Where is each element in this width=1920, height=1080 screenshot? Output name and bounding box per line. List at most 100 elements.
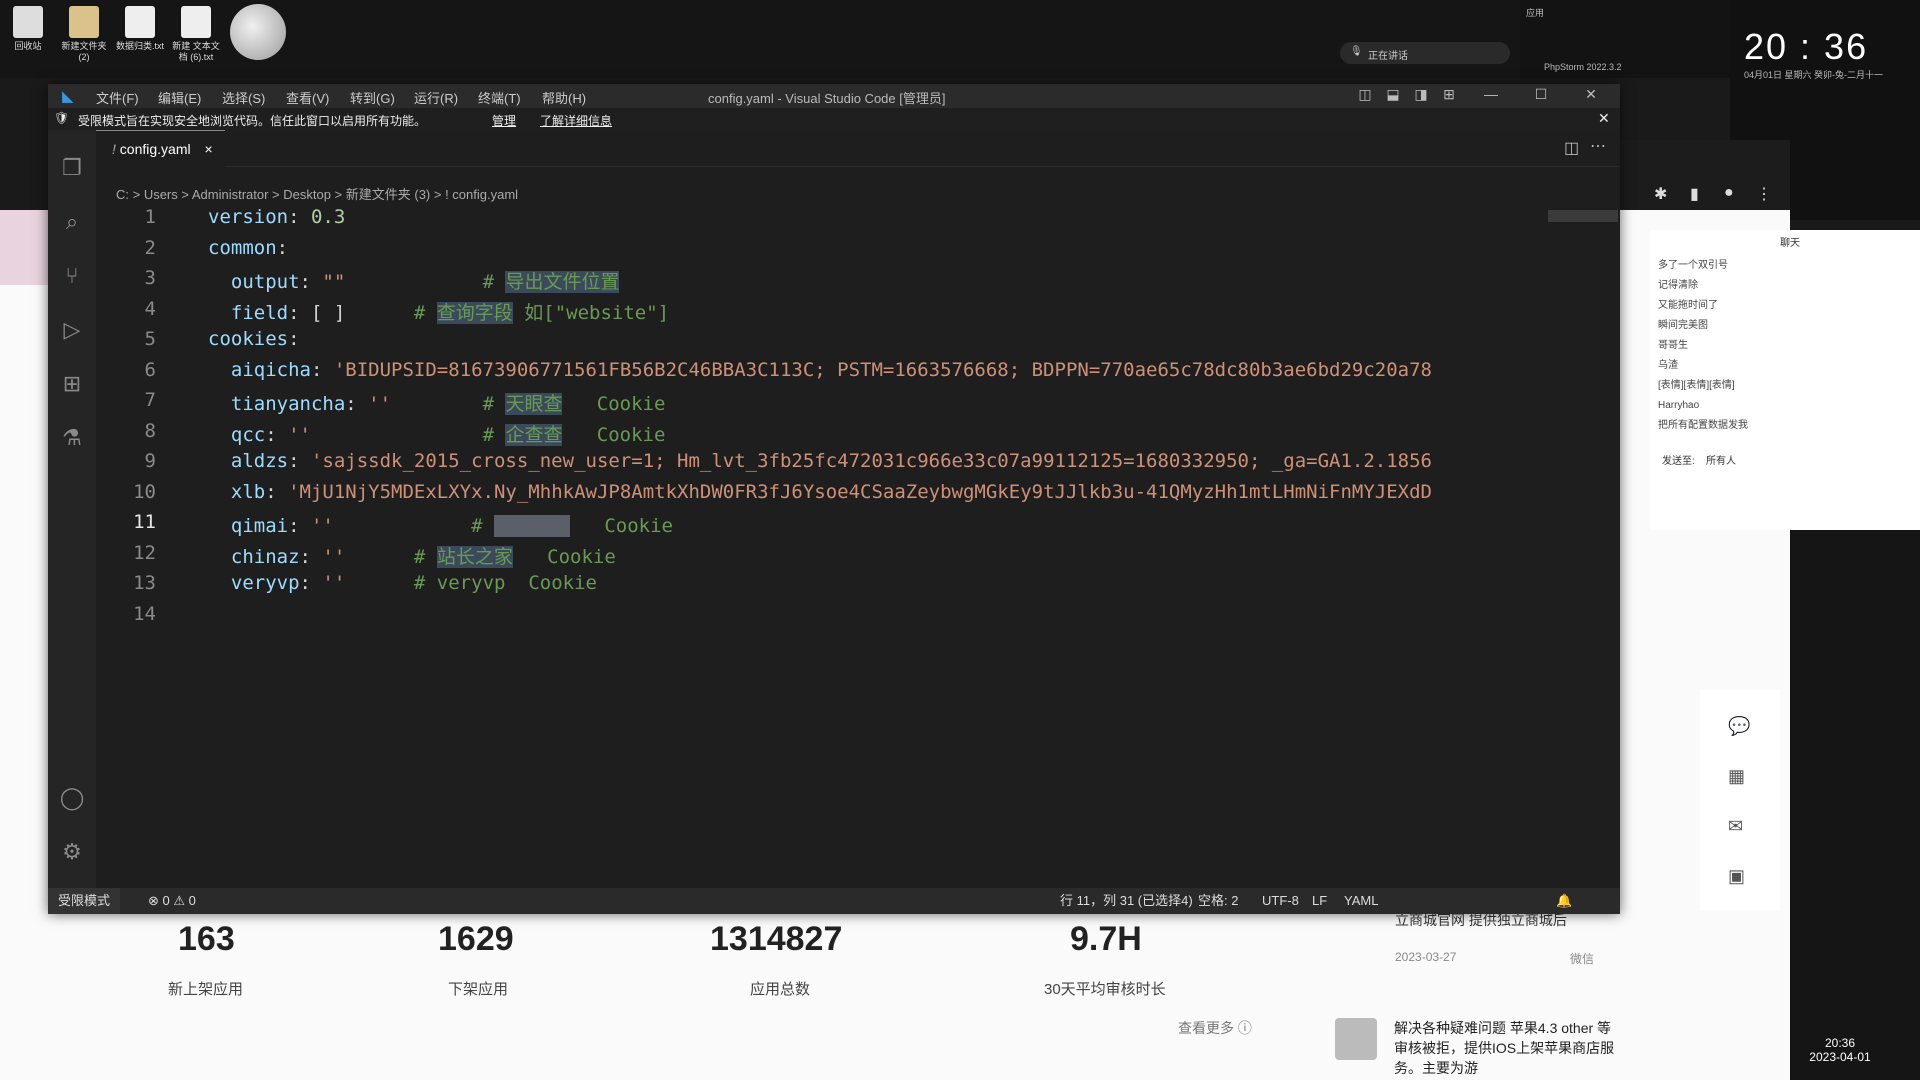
account-icon[interactable]: ◯ (58, 784, 86, 812)
code-line[interactable]: common: (208, 237, 288, 259)
code-line[interactable]: veryvp: '' # veryvp Cookie (208, 572, 597, 594)
menu-terminal[interactable]: 终端(T) (478, 88, 521, 107)
menu-run[interactable]: 运行(R) (414, 88, 458, 107)
bell-icon[interactable]: 🔔 (1556, 888, 1572, 914)
code-line[interactable]: tianyancha: '' # 天眼查 Cookie (208, 389, 665, 416)
status-indentation[interactable]: 空格: 2 (1198, 888, 1238, 914)
desktop-icon-label: 数据归类.txt (115, 41, 164, 51)
app-item[interactable]: PhpStorm 2022.3.2 (1544, 62, 1622, 72)
code-token: : (276, 236, 289, 259)
search-icon[interactable]: ⌕ (58, 208, 86, 236)
menu-file[interactable]: 文件(F) (96, 88, 139, 107)
title-bar: ◣ 文件(F) 编辑(E) 选择(S) 查看(V) 转到(G) 运行(R) 终端… (48, 84, 1620, 108)
learn-more-link[interactable]: 了解详细信息 (540, 112, 612, 129)
taskbar-clock[interactable]: 20:36 2023-04-01 (1800, 1036, 1880, 1064)
explorer-icon[interactable]: ❐ (58, 154, 86, 182)
minimap[interactable] (1548, 202, 1618, 888)
window-title: config.yaml - Visual Studio Code [管理员] (708, 91, 946, 106)
code-token: 导出文件位置 (505, 271, 620, 293)
code-token: Cookie (570, 515, 673, 537)
tab-config-yaml[interactable]: ! config.yaml × (96, 130, 225, 167)
chat-message: 记得清除 (1658, 280, 1698, 291)
toggle-sidebar-icon[interactable]: ◫ (1352, 86, 1378, 106)
more-icon[interactable]: ⋮ (1756, 184, 1772, 204)
close-window-icon[interactable]: ✕ (1578, 86, 1604, 106)
code-token: : [ ] (288, 301, 346, 324)
minimize-icon[interactable]: — (1478, 86, 1504, 106)
chat-bubble-icon[interactable]: 💬 (1728, 716, 1750, 737)
menu-help[interactable]: 帮助(H) (542, 88, 586, 107)
extensions-icon[interactable]: ⊞ (58, 370, 86, 398)
status-problems[interactable]: ⊗ 0 ⚠ 0 (148, 888, 196, 914)
code-line[interactable]: field: [ ] # 查询字段 如["website"] (208, 298, 669, 325)
code-token: # (391, 393, 506, 415)
news-top-tag: 微信 (1570, 952, 1595, 966)
folder-icon[interactable]: 新建文件夹 (2) (56, 6, 112, 63)
code-token: '' (368, 393, 392, 415)
menu-selection[interactable]: 选择(S) (222, 88, 265, 107)
code-token: tianyancha (208, 393, 346, 415)
status-restricted-mode[interactable]: 受限模式 (48, 888, 121, 914)
code-line[interactable]: qimai: '' # 七麦数据 Cookie (208, 511, 673, 538)
manage-link[interactable]: 管理 (492, 112, 516, 129)
maximize-icon[interactable]: ☐ (1528, 86, 1554, 106)
code-token: : (310, 358, 334, 381)
layout-icon[interactable]: ⊞ (1436, 86, 1462, 106)
qr-code-icon[interactable]: ▦ (1728, 766, 1745, 787)
stat-label: 新上架应用 (168, 981, 244, 998)
menu-edit[interactable]: 编辑(E) (158, 88, 201, 107)
desktop-icon-label: 新建文件夹 (2) (61, 41, 107, 62)
info-icon: ⓘ (1237, 1020, 1252, 1036)
code-token: qimai (208, 515, 289, 537)
mail-icon[interactable]: ✉ (1728, 816, 1743, 837)
stat-number: 1314827 (710, 920, 843, 958)
minimap-slider[interactable] (1548, 210, 1618, 222)
code-line[interactable]: output: "" # 导出文件位置 (208, 267, 620, 294)
status-eol[interactable]: LF (1312, 888, 1327, 914)
split-editor-icon[interactable]: ◫ (1564, 138, 1579, 158)
breadcrumb[interactable]: C: > Users > Administrator > Desktop > 新… (116, 184, 518, 203)
code-line[interactable]: qcc: '' # 企查查 Cookie (208, 420, 665, 447)
code-line[interactable]: xlb: 'MjU1NjY5MDExLXYx.Ny_MhhkAwJP8AmtkX… (208, 481, 1432, 503)
code-editor[interactable]: 1 version: 0.3 2 common: 3 output: "" # 导出文件… (96, 202, 1596, 888)
extensions-icon[interactable]: ✱ (1654, 184, 1667, 204)
sidebar-icon[interactable]: ▮ (1690, 184, 1699, 204)
news-item[interactable]: 解决各种疑难问题 苹果4.3 other 等审核被拒，提供IOS上架苹果商店服务… (1394, 1018, 1624, 1078)
meeting-status-text: 正在讲话 (1368, 51, 1408, 62)
close-tab-icon[interactable]: × (204, 141, 212, 157)
code-line[interactable]: chinaz: '' # 站长之家 Cookie (208, 542, 616, 569)
code-token: # (333, 515, 495, 537)
see-more-link[interactable]: 查看更多 ⓘ (1178, 1018, 1252, 1038)
see-more-label: 查看更多 (1178, 1020, 1234, 1036)
code-line[interactable]: cookies: (208, 328, 300, 350)
profile-icon[interactable]: ● (1724, 184, 1734, 202)
toggle-panel-icon[interactable]: ⬓ (1380, 86, 1406, 106)
editor-tabs: ! config.yaml × ◫ ⋯ (96, 130, 1620, 167)
settings-gear-icon[interactable]: ⚙ (58, 838, 86, 866)
code-token: 天眼查 (505, 393, 563, 415)
source-control-icon[interactable]: ⑂ (58, 262, 86, 290)
toggle-secondary-icon[interactable]: ◨ (1408, 86, 1434, 106)
status-cursor-position[interactable]: 行 11，列 31 (已选择4) (1060, 888, 1193, 914)
send-to-select[interactable]: 所有人 (1706, 452, 1736, 467)
news-thumbnail (1335, 1018, 1377, 1060)
menu-view[interactable]: 查看(V) (286, 88, 329, 107)
code-line[interactable]: aldzs: 'sajssdk_2015_cross_new_user=1; H… (208, 450, 1432, 472)
status-bar: 受限模式 ⊗ 0 ⚠ 0 行 11，列 31 (已选择4) 空格: 2 UTF-… (48, 888, 1620, 914)
text-file-icon[interactable]: 数据归类.txt (112, 6, 168, 52)
run-debug-icon[interactable]: ▷ (58, 316, 86, 344)
code-token: # (310, 423, 506, 446)
status-encoding[interactable]: UTF-8 (1262, 888, 1299, 914)
avatar[interactable] (230, 4, 286, 60)
status-language[interactable]: YAML (1344, 888, 1378, 914)
app-icon[interactable]: ▣ (1728, 866, 1745, 887)
close-banner-icon[interactable]: ✕ (1598, 110, 1610, 127)
menu-go[interactable]: 转到(G) (350, 88, 395, 107)
recycle-bin-icon[interactable]: 回收站 (0, 6, 56, 52)
more-actions-icon[interactable]: ⋯ (1590, 136, 1606, 156)
text-file-icon[interactable]: 新建 文本文档 (6).txt (168, 6, 224, 63)
code-line[interactable]: aiqicha: 'BIDUPSID=81673906771561FB56B2C… (208, 359, 1432, 381)
testing-icon[interactable]: ⚗ (58, 424, 86, 452)
code-line[interactable]: version: 0.3 (208, 206, 345, 228)
code-token: # veryvp Cookie (345, 572, 597, 594)
